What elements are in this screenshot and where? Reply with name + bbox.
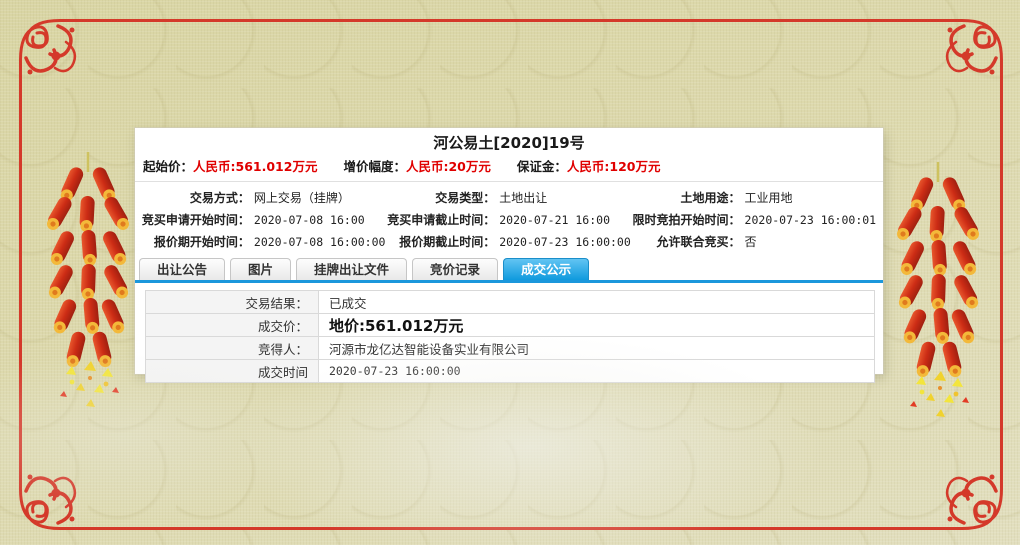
detail-value: 网上交易（挂牌） — [254, 190, 386, 206]
detail-column-3: 土地用途： 工业用地 限时竞拍开始时间： 2020-07-23 16:00:01… — [632, 190, 877, 250]
tab-active-underline — [135, 280, 883, 283]
price-item: 保证金：人民币:120万元 — [517, 156, 661, 175]
price-item: 增价幅度：人民币:20万元 — [343, 156, 490, 175]
corner-ornament-bottom-right-icon — [904, 431, 1016, 543]
corner-ornament-top-right-icon — [904, 6, 1016, 118]
frame-top-line — [100, 19, 920, 22]
detail-value: 2020-07-21 16:00 — [499, 212, 631, 228]
firecracker-right-icon — [896, 162, 980, 424]
detail-value: 2020-07-08 16:00:00 — [254, 234, 386, 250]
transaction-details: 交易方式： 网上交易（挂牌） 竞买申请开始时间： 2020-07-08 16:0… — [135, 186, 883, 250]
detail-value: 否 — [745, 234, 877, 250]
tab-pictures[interactable]: 图片 — [230, 258, 291, 280]
deal-price-value: 地价:561.012万元 — [319, 314, 875, 337]
detail-label: 竞买申请开始时间： — [142, 212, 250, 228]
detail-value: 2020-07-08 16:00 — [254, 212, 386, 228]
frame-bottom-line — [100, 527, 920, 530]
deposit-value: 人民币:120万元 — [567, 159, 661, 174]
table-row: 交易结果： 已成交 — [146, 291, 875, 314]
photo-background: 河公易土[2020]19号 起始价：人民币:561.012万元 增价幅度：人民币… — [0, 0, 1020, 545]
start-price-label: 起始价： — [143, 159, 193, 174]
tab-listing-documents[interactable]: 挂牌出让文件 — [296, 258, 407, 280]
result-label: 交易结果： — [146, 291, 319, 314]
increment-value: 人民币:20万元 — [406, 159, 491, 174]
deal-time-value: 2020-07-23 16:00:00 — [319, 360, 875, 383]
winner-value: 河源市龙亿达智能设备实业有限公司 — [319, 337, 875, 360]
tab-bar: 出让公告 图片 挂牌出让文件 竞价记录 成交公示 — [135, 250, 883, 280]
frame-right-line — [1000, 100, 1003, 445]
result-value: 已成交 — [319, 291, 875, 314]
winner-label: 竞得人： — [146, 337, 319, 360]
table-row: 成交时间 2020-07-23 16:00:00 — [146, 360, 875, 383]
detail-label: 报价期开始时间： — [142, 234, 250, 250]
corner-ornament-bottom-left-icon — [6, 431, 118, 543]
detail-label: 竞买申请截止时间： — [387, 212, 495, 228]
table-row: 竞得人： 河源市龙亿达智能设备实业有限公司 — [146, 337, 875, 360]
detail-column-2: 交易类型： 土地出让 竞买申请截止时间： 2020-07-21 16:00 报价… — [386, 190, 631, 250]
deal-time-label: 成交时间 — [146, 360, 319, 383]
tab-bidding-records[interactable]: 竞价记录 — [412, 258, 498, 280]
detail-label: 允许联合竞买： — [633, 234, 741, 250]
detail-label: 报价期截止时间： — [387, 234, 495, 250]
increment-label: 增价幅度： — [343, 159, 406, 174]
deal-result-table: 交易结果： 已成交 成交价： 地价:561.012万元 竞得人： 河源市龙亿达智… — [145, 290, 875, 383]
detail-column-1: 交易方式： 网上交易（挂牌） 竞买申请开始时间： 2020-07-08 16:0… — [141, 190, 386, 250]
page-title: 河公易土[2020]19号 — [135, 128, 883, 153]
detail-label: 交易类型： — [387, 190, 495, 206]
detail-value: 2020-07-23 16:00:01 — [745, 212, 877, 228]
notice-panel: 河公易土[2020]19号 起始价：人民币:561.012万元 增价幅度：人民币… — [135, 128, 883, 374]
frame-left-line — [19, 100, 22, 445]
price-item: 起始价：人民币:561.012万元 — [143, 156, 317, 175]
section-divider — [135, 181, 883, 182]
tab-deal-announcement[interactable]: 成交公示 — [503, 258, 589, 280]
table-row: 成交价： 地价:561.012万元 — [146, 314, 875, 337]
detail-value: 工业用地 — [745, 190, 877, 206]
detail-value: 土地出让 — [499, 190, 631, 206]
detail-value: 2020-07-23 16:00:00 — [499, 234, 631, 250]
detail-label: 土地用途： — [633, 190, 741, 206]
detail-label: 交易方式： — [142, 190, 250, 206]
deal-price-label: 成交价： — [146, 314, 319, 337]
deposit-label: 保证金： — [517, 159, 567, 174]
corner-ornament-top-left-icon — [6, 6, 118, 118]
detail-label: 限时竞拍开始时间： — [633, 212, 741, 228]
tab-transfer-announcement[interactable]: 出让公告 — [139, 258, 225, 280]
price-bar: 起始价：人民币:561.012万元 增价幅度：人民币:20万元 保证金：人民币:… — [135, 153, 883, 175]
start-price-value: 人民币:561.012万元 — [193, 159, 317, 174]
firecracker-left-icon — [46, 152, 130, 414]
